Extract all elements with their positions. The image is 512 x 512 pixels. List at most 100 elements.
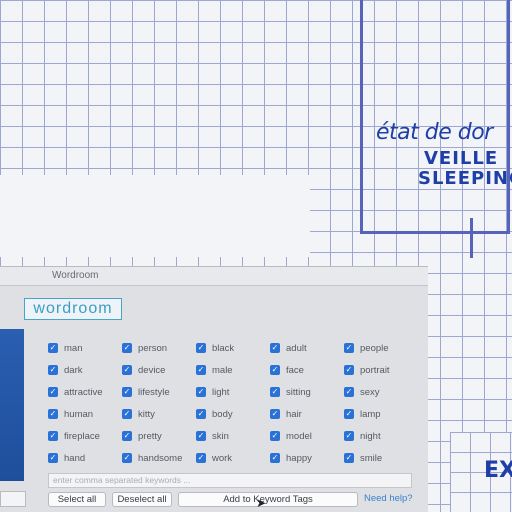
keyword-label: portrait [360,364,390,376]
checkbox-icon[interactable]: ✓ [48,409,58,419]
checkbox-icon[interactable]: ✓ [270,387,280,397]
keyword-item-smile[interactable]: ✓ smile [344,447,418,469]
keyword-label: handsome [138,452,183,464]
keyword-label: person [138,342,168,354]
keyword-label: pretty [138,430,162,442]
keyword-label: male [212,364,233,376]
checkbox-icon[interactable]: ✓ [196,409,206,419]
keyword-label: lifestyle [138,386,170,398]
keyword-label: adult [286,342,307,354]
add-to-keyword-tags-button[interactable]: Add to Keyword Tags [178,492,358,507]
keyword-item-adult[interactable]: ✓ adult [270,337,344,359]
keyword-item-dark[interactable]: ✓ dark [48,359,122,381]
checkbox-icon[interactable]: ✓ [48,343,58,353]
keyword-item-portrait[interactable]: ✓ portrait [344,359,418,381]
drawn-frame-segment [470,218,473,258]
keyword-label: work [212,452,233,464]
keyword-label: fireplace [64,430,100,442]
checkbox-icon[interactable]: ✓ [270,343,280,353]
keyword-item-happy[interactable]: ✓ happy [270,447,344,469]
wordroom-window: Wordroom wordroom ✓ man ✓ person ✓ black ✓ adul… [0,266,428,512]
keyword-item-device[interactable]: ✓ device [122,359,196,381]
keyword-item-night[interactable]: ✓ night [344,425,418,447]
keyword-label: human [64,408,94,420]
keyword-item-pretty[interactable]: ✓ pretty [122,425,196,447]
keyword-item-man[interactable]: ✓ man [48,337,122,359]
checkbox-icon[interactable]: ✓ [48,453,58,463]
checkbox-icon[interactable]: ✓ [344,409,354,419]
keyword-label: black [212,342,235,354]
keyword-item-model[interactable]: ✓ model [270,425,344,447]
keyword-item-kitty[interactable]: ✓ kitty [122,403,196,425]
checkbox-icon[interactable]: ✓ [196,343,206,353]
keyword-input[interactable]: enter comma separated keywords ... [48,473,412,488]
keyword-item-person[interactable]: ✓ person [122,337,196,359]
keyword-item-human[interactable]: ✓ human [48,403,122,425]
need-help-link[interactable]: Need help? [364,493,413,504]
handwriting-veille: VEILLE [424,148,499,169]
keyword-item-attractive[interactable]: ✓ attractive [48,381,122,403]
keyword-label: body [212,408,233,420]
checkbox-icon[interactable]: ✓ [270,365,280,375]
checkbox-icon[interactable]: ✓ [196,387,206,397]
image-preview-panel [0,329,24,481]
checkbox-icon[interactable]: ✓ [196,365,206,375]
select-all-button[interactable]: Select all [48,492,106,507]
mouse-pointer-icon: ➤ [256,496,267,510]
keyword-label: hand [64,452,86,464]
checkbox-icon[interactable]: ✓ [344,431,354,441]
checkbox-icon[interactable]: ✓ [344,365,354,375]
checkbox-icon[interactable]: ✓ [270,431,280,441]
keyword-item-skin[interactable]: ✓ skin [196,425,270,447]
checkbox-icon[interactable]: ✓ [48,431,58,441]
keyword-item-light[interactable]: ✓ light [196,381,270,403]
keyword-item-people[interactable]: ✓ people [344,337,418,359]
keyword-item-male[interactable]: ✓ male [196,359,270,381]
drawn-frame [360,0,510,234]
checkbox-icon[interactable]: ✓ [196,431,206,441]
checkbox-icon[interactable]: ✓ [196,453,206,463]
keyword-label: happy [286,452,312,464]
keyword-label: people [360,342,389,354]
keyword-item-hand[interactable]: ✓ hand [48,447,122,469]
paper-blank-area [0,175,310,257]
keyword-item-work[interactable]: ✓ work [196,447,270,469]
checkbox-icon[interactable]: ✓ [122,453,132,463]
deselect-all-button[interactable]: Deselect all [112,492,172,507]
keyword-label: skin [212,430,229,442]
checkbox-icon[interactable]: ✓ [344,387,354,397]
checkbox-icon[interactable]: ✓ [122,343,132,353]
keyword-item-lamp[interactable]: ✓ lamp [344,403,418,425]
keyword-label: smile [360,452,383,464]
keyword-item-black[interactable]: ✓ black [196,337,270,359]
handwriting-etat: état de dor [376,120,493,145]
checkbox-icon[interactable]: ✓ [48,365,58,375]
keyword-item-face[interactable]: ✓ face [270,359,344,381]
checkbox-icon[interactable]: ✓ [122,431,132,441]
checkbox-icon[interactable]: ✓ [344,343,354,353]
checkbox-icon[interactable]: ✓ [122,365,132,375]
keyword-label: kitty [138,408,155,420]
keyword-label: sitting [286,386,311,398]
checkbox-icon[interactable]: ✓ [122,409,132,419]
keyword-label: dark [64,364,83,376]
keyword-item-lifestyle[interactable]: ✓ lifestyle [122,381,196,403]
keyword-label: lamp [360,408,381,420]
keyword-label: model [286,430,312,442]
keyword-item-sexy[interactable]: ✓ sexy [344,381,418,403]
checkbox-icon[interactable]: ✓ [270,409,280,419]
keyword-item-fireplace[interactable]: ✓ fireplace [48,425,122,447]
checkbox-icon[interactable]: ✓ [48,387,58,397]
checkbox-icon[interactable]: ✓ [344,453,354,463]
keyword-item-handsome[interactable]: ✓ handsome [122,447,196,469]
wordroom-logo: wordroom [24,298,122,320]
checkbox-icon[interactable]: ✓ [122,387,132,397]
checkbox-icon[interactable]: ✓ [270,453,280,463]
keyword-label: man [64,342,83,354]
keyword-item-body[interactable]: ✓ body [196,403,270,425]
keyword-label: light [212,386,230,398]
keyword-item-hair[interactable]: ✓ hair [270,403,344,425]
keyword-label: device [138,364,166,376]
keyword-item-sitting[interactable]: ✓ sitting [270,381,344,403]
keyword-label: attractive [64,386,103,398]
